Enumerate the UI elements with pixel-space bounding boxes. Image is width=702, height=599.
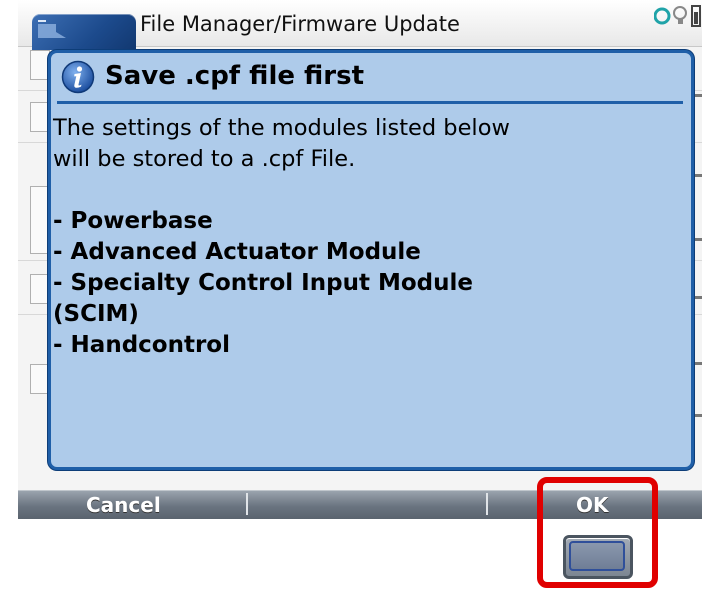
module-item: - Advanced Actuator Module	[53, 239, 421, 265]
device-screen: File Manager/Firmware Update Save .cpf f…	[18, 0, 702, 518]
info-icon	[61, 60, 95, 94]
dialog-body: The settings of the modules listed below…	[53, 113, 683, 361]
list-item	[30, 102, 50, 132]
status-icons	[653, 4, 702, 28]
divider	[57, 101, 683, 104]
message-line: The settings of the modules listed below	[53, 115, 510, 141]
dialog-header: Save .cpf file first	[51, 53, 691, 105]
list-item	[30, 274, 50, 304]
module-item: - Powerbase	[53, 208, 213, 234]
list-item	[30, 364, 50, 394]
app-logo-icon	[32, 14, 136, 50]
title-bar: File Manager/Firmware Update	[18, 0, 702, 50]
module-item: (SCIM)	[53, 301, 139, 327]
highlight-box	[537, 477, 658, 588]
cancel-button[interactable]: Cancel	[86, 493, 161, 517]
list-item	[30, 50, 50, 80]
refresh-icon	[653, 7, 671, 25]
message-line: will be stored to a .cpf File.	[53, 146, 356, 172]
divider	[246, 493, 248, 515]
module-list: - Powerbase - Advanced Actuator Module -…	[53, 206, 683, 361]
module-item: - Specialty Control Input Module	[53, 270, 473, 296]
light-bulb-icon	[673, 6, 687, 20]
save-cpf-dialog: Save .cpf file first The settings of the…	[48, 50, 694, 470]
divider	[486, 493, 488, 515]
window-title: File Manager/Firmware Update	[140, 12, 460, 36]
dialog-title: Save .cpf file first	[105, 61, 365, 91]
list-item	[30, 186, 50, 254]
module-item: - Handcontrol	[53, 332, 230, 358]
